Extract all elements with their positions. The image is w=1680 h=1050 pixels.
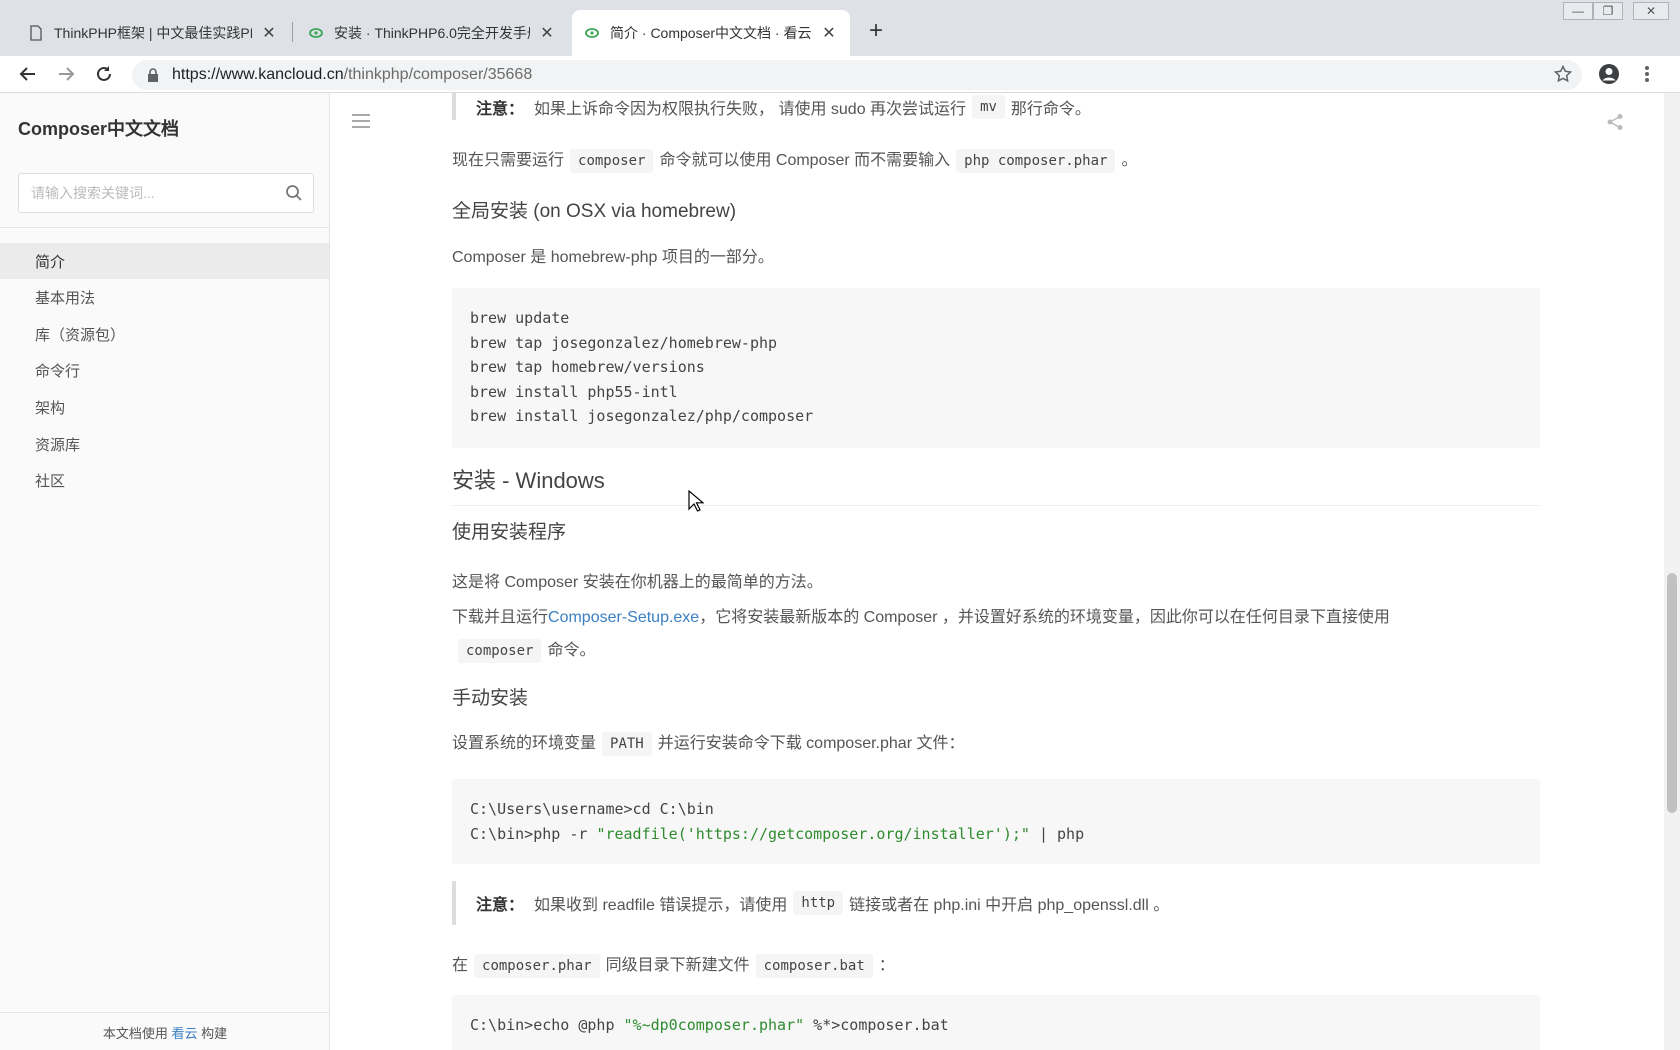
back-arrow-icon [19,67,35,81]
tab-composer-docs[interactable]: 简介 · Composer中文文档 · 看云 ✕ [572,10,850,56]
inline-code: composer [458,639,542,663]
browser-toolbar: https://www.kancloud.cn/thinkphp/compose… [0,56,1680,93]
page-icon [30,25,42,41]
footer-text: 本文档使用 [102,1026,168,1041]
paragraph: 在 composer.phar 同级目录下新建文件 composer.bat： [452,951,895,978]
close-icon[interactable]: ✕ [538,24,556,42]
reload-icon [97,66,111,81]
forward-button[interactable] [52,60,80,88]
inline-code: php composer.phar [956,149,1116,173]
inline-code: composer.phar [474,954,600,978]
sidebar-footer: 本文档使用 看云 构建 [0,1023,330,1042]
page-scrollbar[interactable] [1664,93,1680,1050]
search-box [18,173,314,213]
bookmark-star-icon[interactable] [1550,61,1576,87]
paragraph: 下载并且运行Composer-Setup.exe，它将安装最新版本的 Compo… [452,609,1390,626]
note-label: 注意： [476,897,525,914]
section-heading: 手动安装 [452,688,529,709]
sidebar-item-community[interactable]: 社区 [0,462,329,498]
close-icon[interactable]: ✕ [820,24,838,42]
window-close-button[interactable]: ✕ [1633,2,1669,20]
tab-title: 简介 · Composer中文文档 · 看云 [610,25,812,41]
toggle-sidebar-icon[interactable] [352,113,370,129]
section-heading: 全局安装 (on OSX via homebrew) [452,201,737,222]
note-text: 如果收到 readfile 错误提示，请使用 [534,897,788,914]
tab-title: 安装 · ThinkPHP6.0完全开发手册 [334,25,530,41]
mouse-cursor-icon [688,490,704,512]
paragraph: 这是将 Composer 安装在你机器上的最简单的方法。 [452,574,823,591]
sidebar-item-cli[interactable]: 命令行 [0,352,329,388]
back-button[interactable] [14,60,42,88]
lock-icon [148,68,158,82]
profile-avatar-icon[interactable] [1596,61,1622,87]
section-heading: 使用安装程序 [452,522,567,543]
code-block: C:\bin>echo @php "%~dp0composer.phar" %*… [452,995,1540,1050]
minimize-button[interactable]: — [1563,2,1593,20]
tab-strip: ThinkPHP框架 | 中文最佳实践PHP ✕ 安装 · ThinkPHP6.… [0,0,1680,56]
close-icon[interactable]: ✕ [260,24,278,42]
paragraph: composer 命令。 [452,636,595,663]
scrollbar-thumb[interactable] [1667,573,1677,813]
note-text: 那行命令。 [1010,100,1091,118]
note-block: 注意： 如果收到 readfile 错误提示，请使用 http 链接或者在 ph… [452,881,1540,925]
more-menu-icon[interactable] [1634,61,1660,87]
kancloud-icon [309,28,323,38]
note-text: 链接或者在 php.ini 中开启 php_openssl.dll 。 [849,897,1170,914]
note-block: 注意： 如果上诉命令因为权限执行失败， 请使用 sudo 再次尝试运行 mv 那… [452,93,1540,120]
note-label: 注意： [476,100,525,118]
search-icon[interactable] [285,184,303,202]
code-block: C:\Users\username>cd C:\bin C:\bin>php -… [452,779,1540,864]
doc-title: Composer中文文档 [18,119,180,139]
new-tab-button[interactable]: + [862,18,890,46]
sidebar-divider [0,227,330,228]
sidebar-item-schema[interactable]: 架构 [0,389,329,425]
paragraph: Composer 是 homebrew-php 项目的一部分。 [452,249,774,266]
tab-thinkphp-framework[interactable]: ThinkPHP框架 | 中文最佳实践PHP ✕ [16,10,290,56]
sidebar-item-repositories[interactable]: 资源库 [0,426,329,462]
paragraph: 现在只需要运行 composer 命令就可以使用 Composer 而不需要输入 ph… [452,146,1137,173]
tab-separator [292,22,293,42]
inline-code: composer.bat [755,954,873,978]
inline-code: http [793,891,844,915]
inline-code: PATH [602,732,652,756]
kancloud-icon [585,28,599,38]
paragraph: 设置系统的环境变量 PATH 并运行安装命令下载 composer.phar 文件： [452,729,964,756]
forward-arrow-icon [59,67,75,81]
note-text: 如果上诉命令因为权限执行失败， 请使用 sudo 再次尝试运行 [534,100,967,118]
composer-setup-link[interactable]: Composer-Setup.exe [548,609,699,626]
reload-button[interactable] [90,60,118,88]
maximize-button[interactable]: ❐ [1593,2,1623,20]
address-bar[interactable]: https://www.kancloud.cn/thinkphp/compose… [132,60,1582,90]
kancloud-link[interactable]: 看云 [171,1026,197,1041]
sidebar-item-basic-usage[interactable]: 基本用法 [0,279,329,315]
inline-code: mv [972,94,1005,119]
sidebar-item-libraries[interactable]: 库（资源包） [0,316,329,352]
sidebar-footer-divider [0,1012,330,1013]
doc-sidebar: Composer中文文档 简介 基本用法 库（资源包） 命令行 架构 资源库 社… [0,93,330,1050]
doc-content: 注意： 如果上诉命令因为权限执行失败， 请使用 sudo 再次尝试运行 mv 那… [330,93,1664,1050]
inline-code: composer [570,149,654,173]
tab-thinkphp6-install[interactable]: 安装 · ThinkPHP6.0完全开发手册 ✕ [296,10,568,56]
share-icon[interactable] [1606,113,1624,131]
tab-title: ThinkPHP框架 | 中文最佳实践PHP [54,25,252,41]
sidebar-item-intro[interactable]: 简介 [0,243,329,279]
section-heading: 安装 - Windows [452,463,1540,506]
footer-text: 构建 [201,1026,228,1041]
url-text: https://www.kancloud.cn/thinkphp/compose… [172,66,533,83]
search-input[interactable] [31,182,271,204]
code-block: brew update brew tap josegonzalez/homebr… [452,288,1540,448]
